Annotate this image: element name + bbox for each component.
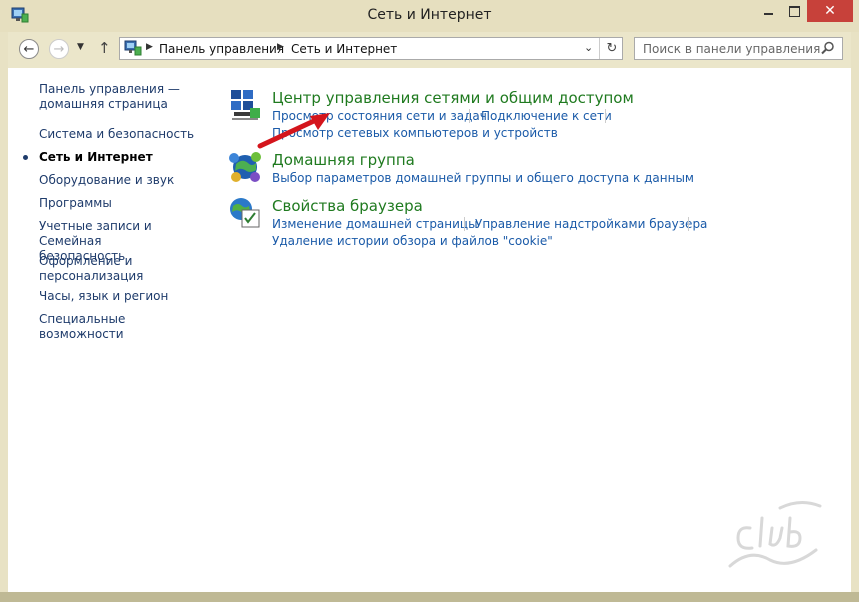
forward-button[interactable]: → [49,39,69,59]
refresh-button[interactable]: ↻ [599,38,624,59]
sidebar-home-line2: домашняя страница [39,97,168,111]
breadcrumb-separator-icon[interactable]: ▶ [146,42,153,52]
internet-options-icon [230,198,260,228]
search-input[interactable] [635,38,823,59]
internet-options-title[interactable]: Свойства браузера [272,197,423,215]
control-panel-window: Сеть и Интернет ✕ ← → ▼ ↑ ▶ Панель управ… [0,0,859,602]
up-button[interactable]: ↑ [98,39,111,57]
content-area: Панель управления — домашняя страница Си… [8,68,851,592]
title-bar[interactable]: Сеть и Интернет ✕ [0,0,859,32]
task-separator [464,217,465,231]
red-arrow-annotation [257,113,330,149]
sidebar-item-clock-language[interactable]: Часы, язык и регион [39,289,209,304]
navigation-bar: ← → ▼ ↑ ▶ Панель управления ▶ Сеть и Инт… [8,32,851,68]
sidebar-accounts-line1: Учетные записи и Семейная [39,219,152,248]
minimize-icon [763,13,773,15]
sidebar-item-home[interactable]: Панель управления — домашняя страница [39,82,209,112]
refresh-icon: ↻ [606,41,618,56]
up-arrow-icon: ↑ [98,39,111,57]
watermark-logo [728,501,822,568]
delete-browsing-history-link[interactable]: Удаление истории обзора и файлов "cookie… [272,234,553,248]
sidebar-item-network-internet: Сеть и Интернет [39,150,153,164]
sidebar-item-accessibility[interactable]: Специальные возможности [39,312,209,342]
desktop-strip [0,592,859,602]
network-center-title[interactable]: Центр управления сетями и общим доступом [272,89,634,107]
task-separator [688,217,689,231]
minimize-button[interactable] [754,0,782,22]
close-button[interactable]: ✕ [807,0,853,22]
sidebar-appearance-line1: Оформление и [39,254,133,268]
change-home-page-link[interactable]: Изменение домашней страницы [272,217,478,231]
sidebar-item-programs[interactable]: Программы [39,196,209,211]
maximize-icon [788,5,800,17]
forward-arrow-icon: → [53,41,65,57]
search-icon[interactable] [821,41,835,55]
breadcrumb-network-internet[interactable]: Сеть и Интернет [291,42,397,56]
control-panel-icon [124,40,142,56]
sidebar: Панель управления — домашняя страница Си… [8,68,218,592]
task-separator [605,109,606,123]
current-item-bullet [23,155,28,160]
close-icon: ✕ [824,3,836,19]
chevron-down-icon: ▼ [77,42,84,52]
sidebar-appearance-line2: персонализация [39,269,144,283]
homegroup-title[interactable]: Домашняя группа [272,151,415,169]
sidebar-item-system-security[interactable]: Система и безопасность [39,127,209,142]
homegroup-settings-link[interactable]: Выбор параметров домашней группы и общег… [272,171,694,185]
chevron-down-icon: ⌄ [584,41,594,54]
sidebar-item-hardware-sound[interactable]: Оборудование и звук [39,173,209,188]
homegroup-icon [229,152,261,182]
breadcrumb-control-panel[interactable]: Панель управления [159,42,284,56]
manage-addons-link[interactable]: Управление надстройками браузера [475,217,707,231]
maximize-button[interactable] [780,0,808,22]
address-bar[interactable]: ▶ Панель управления ▶ Сеть и Интернет ⌄ … [119,37,623,60]
task-separator [469,109,470,123]
search-box[interactable] [634,37,843,60]
back-button[interactable]: ← [19,39,39,59]
recent-locations-dropdown[interactable]: ▼ [77,42,84,52]
address-dropdown-button[interactable]: ⌄ [584,41,593,54]
window-title: Сеть и Интернет [367,7,492,23]
breadcrumb-separator-icon[interactable]: ▶ [277,42,284,52]
sidebar-item-appearance[interactable]: Оформление и персонализация [39,254,209,284]
sidebar-home-line1: Панель управления — [39,82,180,96]
back-arrow-icon: ← [23,41,35,57]
connect-to-network-link[interactable]: Подключение к сети [481,109,612,123]
